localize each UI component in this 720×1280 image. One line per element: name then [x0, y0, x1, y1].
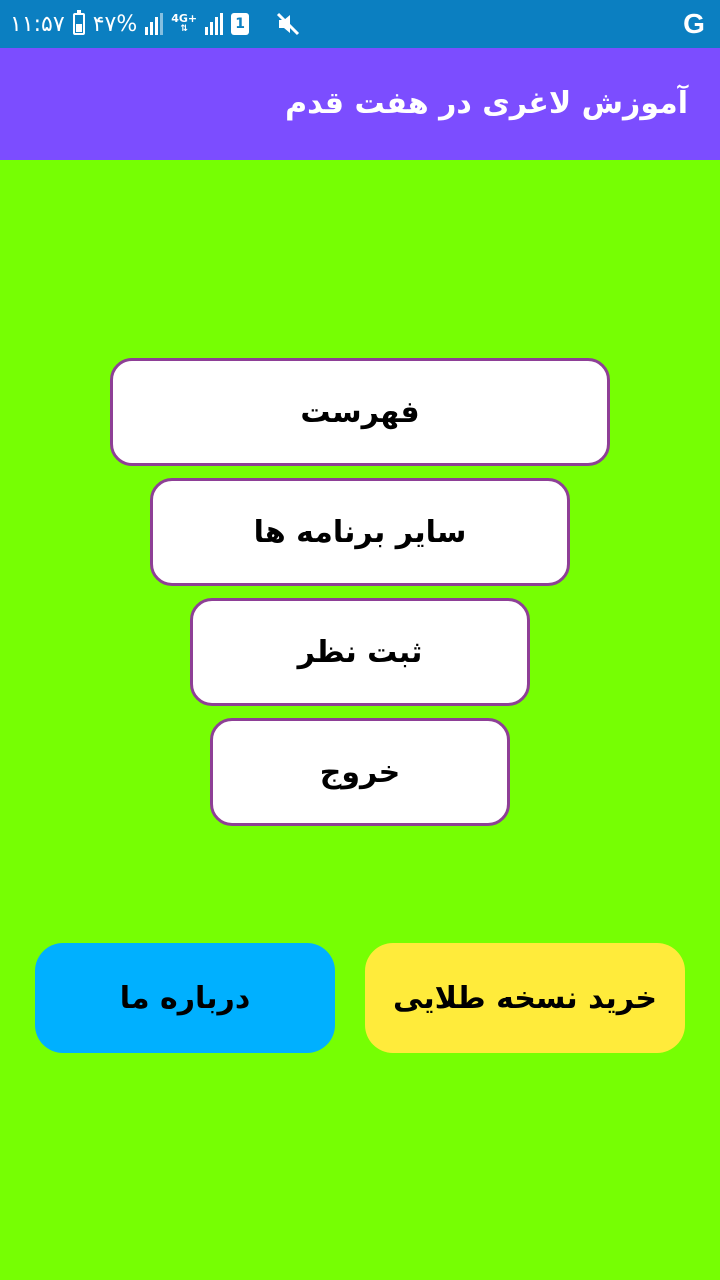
app-title: آموزش لاغری در هفت قدم: [285, 86, 688, 121]
network-type: 4G+ ⇅: [171, 12, 198, 34]
list-button[interactable]: فهرست: [110, 358, 610, 466]
about-us-button[interactable]: درباره ما: [35, 943, 335, 1053]
buy-gold-version-button[interactable]: خرید نسخه طلایی: [365, 943, 685, 1053]
google-g-icon: G: [683, 8, 705, 39]
status-left: ۱۱:۵۷ ۴۷% 4G+ ⇅ 1: [10, 0, 301, 48]
submit-review-button[interactable]: ثبت نظر: [190, 598, 530, 706]
sim-slot-icon: 1: [231, 13, 250, 35]
mute-icon: [275, 11, 301, 37]
battery-percent: ۴۷%: [92, 11, 138, 37]
signal-icon: [145, 13, 164, 35]
signal-icon-2: [205, 13, 224, 35]
other-apps-button[interactable]: سایر برنامه ها: [150, 478, 570, 586]
status-time: ۱۱:۵۷: [10, 11, 65, 37]
status-bar: ۱۱:۵۷ ۴۷% 4G+ ⇅ 1 G: [0, 0, 720, 48]
app-bar: آموزش لاغری در هفت قدم: [0, 48, 720, 160]
exit-button[interactable]: خروج: [210, 718, 510, 826]
battery-icon: [72, 10, 85, 35]
